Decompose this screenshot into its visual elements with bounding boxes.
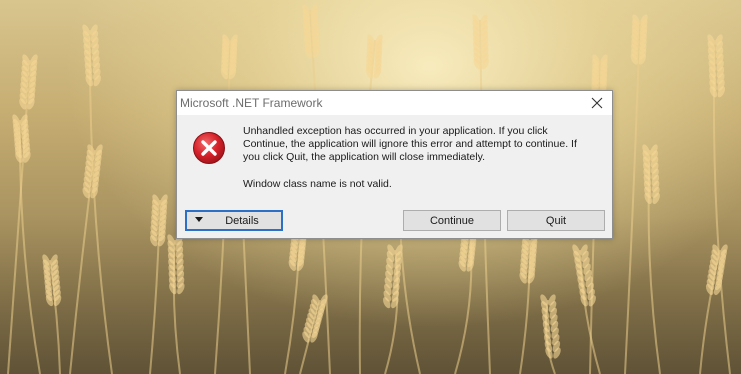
dialog-titlebar[interactable]: Microsoft .NET Framework [177,91,612,115]
dialog-title: Microsoft .NET Framework [180,96,323,110]
error-message-text: Unhandled exception has occurred in your… [243,125,577,163]
error-icon [193,132,225,164]
quit-button-label: Quit [545,214,567,227]
close-icon [591,97,603,109]
details-button[interactable]: Details [185,210,283,231]
caret-down-icon [195,217,203,222]
close-button[interactable] [582,91,612,115]
error-message: Unhandled exception has occurred in your… [243,125,593,191]
continue-button[interactable]: Continue [403,210,501,231]
error-dialog: Microsoft .NET Framework Unhandled excep… [176,90,613,239]
error-detail-text: Window class name is not valid. [243,178,392,190]
quit-button[interactable]: Quit [507,210,605,231]
continue-button-label: Continue [429,214,475,227]
details-button-label: Details [225,214,259,227]
